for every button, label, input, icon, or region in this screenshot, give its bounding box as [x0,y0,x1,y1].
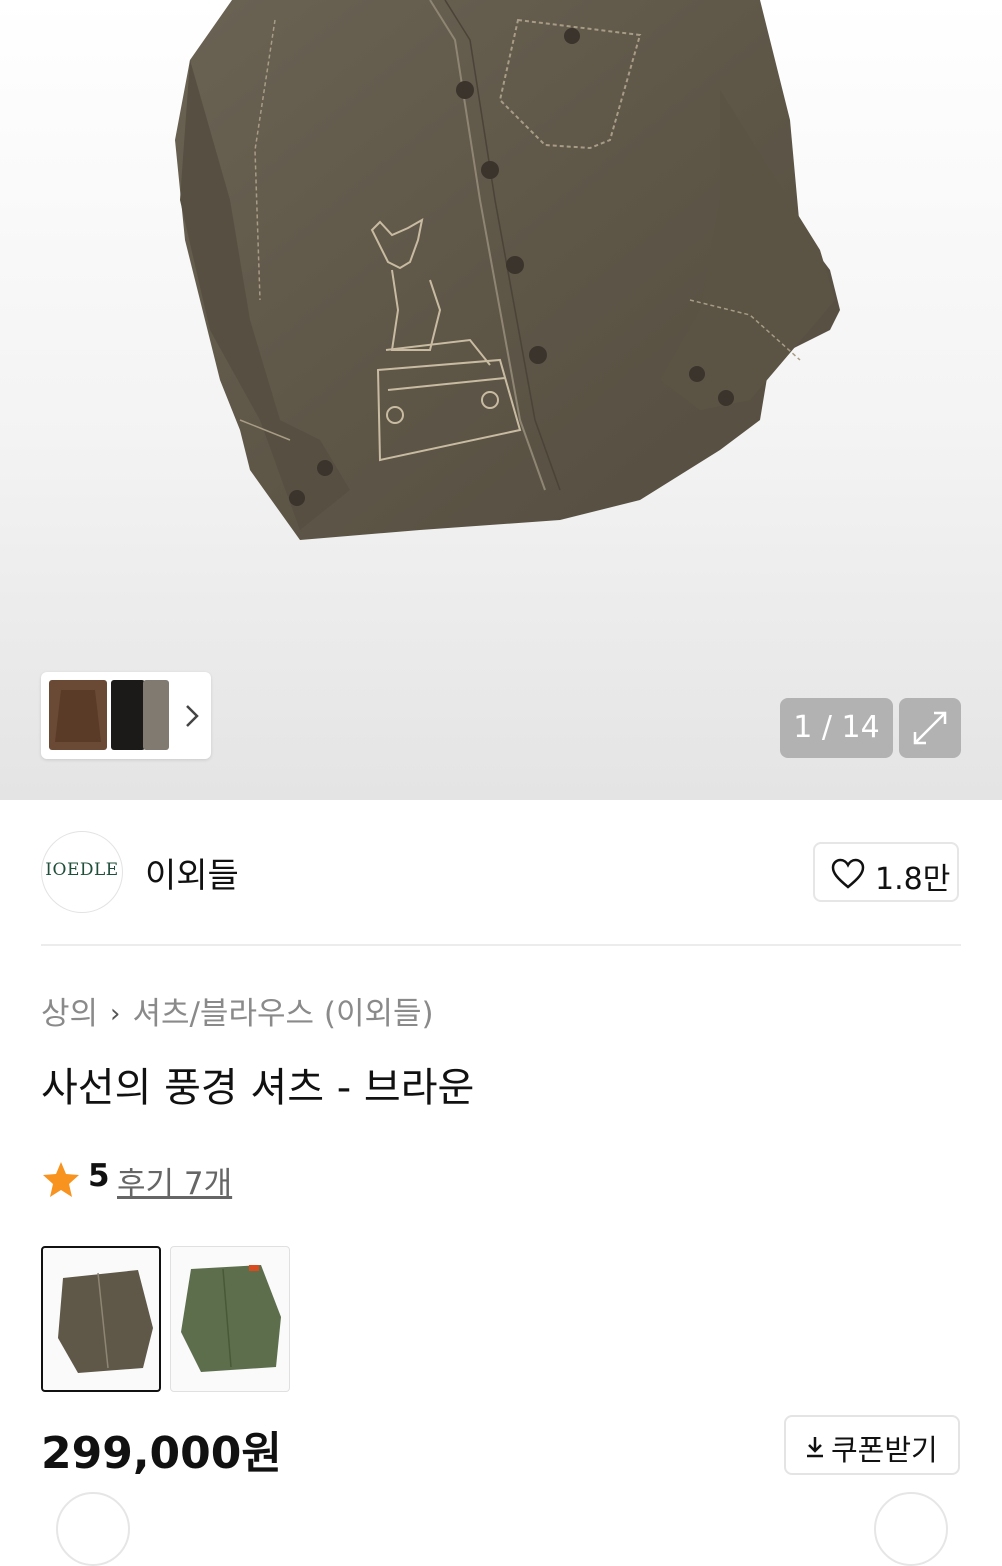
star-icon [43,1162,79,1197]
product-image-gallery[interactable]: 1 / 14 [0,0,1002,800]
color-option-brown[interactable] [41,1246,161,1392]
brand-like-button[interactable]: 1.8만 [813,842,959,902]
download-icon [807,1437,823,1458]
rating-score: 5 [88,1158,110,1194]
scroll-hint-circle [874,1492,948,1566]
gallery-thumbnail[interactable] [143,680,169,750]
breadcrumb-item[interactable]: 상의 [41,996,98,1032]
brand-logo[interactable]: IOEDLE [41,831,123,913]
product-title: 사선의 풍경 셔츠 - 브라운 [41,1065,475,1111]
brand-logo-text: IOEDLE [45,860,119,880]
gallery-thumbnail-strip[interactable] [41,672,211,759]
gallery-thumbnail[interactable] [49,680,107,750]
color-option-green[interactable] [170,1246,290,1392]
brand-name[interactable]: 이외들 [145,848,239,897]
breadcrumb-item[interactable]: 셔츠/블라우스 (이외들) [132,996,433,1032]
coupon-button[interactable]: 쿠폰받기 [784,1415,960,1475]
breadcrumb: 상의 › 셔츠/블라우스 (이외들) [41,988,434,1033]
heart-icon [831,858,865,889]
chevron-right-icon: › [110,999,121,1029]
review-link[interactable]: 후기 7개 [117,1158,232,1203]
divider [41,944,961,946]
chevron-right-icon[interactable] [183,702,201,730]
scroll-hint-circle [56,1492,130,1566]
expand-icon [913,711,947,745]
gallery-thumbnail[interactable] [111,680,145,750]
expand-button[interactable] [899,698,961,758]
product-price: 299,000원 [41,1428,282,1479]
coupon-label: 쿠폰받기 [831,1433,938,1467]
like-count: 1.8만 [875,862,951,897]
gallery-counter: 1 / 14 [780,698,893,758]
